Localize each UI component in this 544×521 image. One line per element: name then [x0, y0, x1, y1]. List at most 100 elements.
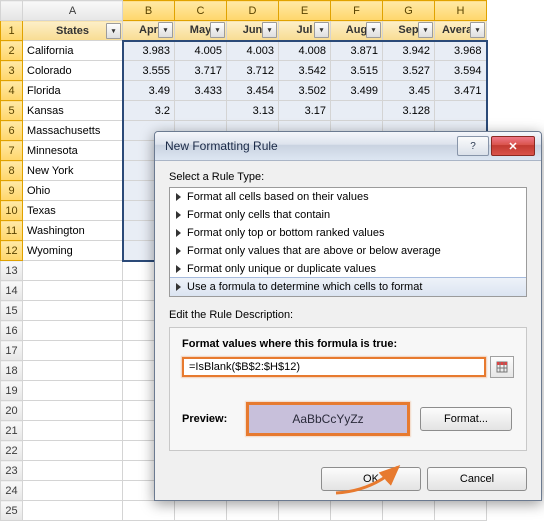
help-button[interactable]: ?	[457, 136, 489, 156]
row-header[interactable]: 21	[1, 421, 23, 441]
row-header[interactable]: 24	[1, 481, 23, 501]
row-header[interactable]: 11	[1, 221, 23, 241]
rule-type-item[interactable]: Format only unique or duplicate values	[170, 260, 526, 278]
empty-cell[interactable]	[23, 381, 123, 401]
row-header[interactable]: 10	[1, 201, 23, 221]
row-header[interactable]: 1	[1, 21, 23, 41]
column-header[interactable]: C	[175, 1, 227, 21]
data-cell[interactable]: 3.968	[435, 41, 487, 61]
empty-cell[interactable]	[23, 361, 123, 381]
empty-cell[interactable]	[23, 421, 123, 441]
table-header-cell[interactable]: May▾	[175, 21, 227, 41]
empty-cell[interactable]	[23, 481, 123, 501]
data-cell[interactable]: 3.454	[227, 81, 279, 101]
state-cell[interactable]: Kansas	[23, 101, 123, 121]
row-header[interactable]: 2	[1, 41, 23, 61]
row-header[interactable]: 22	[1, 441, 23, 461]
column-header[interactable]: B	[123, 1, 175, 21]
column-header[interactable]: E	[279, 1, 331, 21]
rule-type-item[interactable]: Format only values that are above or bel…	[170, 242, 526, 260]
state-cell[interactable]: California	[23, 41, 123, 61]
data-cell[interactable]: 3.49	[123, 81, 175, 101]
row-header[interactable]: 25	[1, 501, 23, 521]
empty-cell[interactable]	[383, 501, 435, 521]
data-cell[interactable]: 3.712	[227, 61, 279, 81]
state-cell[interactable]: Massachusetts	[23, 121, 123, 141]
row-header[interactable]: 16	[1, 321, 23, 341]
rule-type-listbox[interactable]: Format all cells based on their valuesFo…	[169, 187, 527, 297]
filter-dropdown-icon[interactable]: ▾	[418, 22, 433, 38]
empty-cell[interactable]	[123, 501, 175, 521]
row-header[interactable]: 12	[1, 241, 23, 261]
formula-input[interactable]: =IsBlank($B$2:$H$12)	[182, 357, 486, 377]
data-cell[interactable]: 3.502	[279, 81, 331, 101]
table-header-cell[interactable]: Apr▾	[123, 21, 175, 41]
table-header-cell[interactable]: Jul▾	[279, 21, 331, 41]
data-cell[interactable]	[331, 101, 383, 121]
data-cell[interactable]: 3.499	[331, 81, 383, 101]
table-header-cell[interactable]: Aug▾	[331, 21, 383, 41]
data-cell[interactable]: 3.983	[123, 41, 175, 61]
row-header[interactable]: 9	[1, 181, 23, 201]
filter-dropdown-icon[interactable]: ▾	[314, 22, 329, 38]
row-header[interactable]: 7	[1, 141, 23, 161]
data-cell[interactable]: 3.871	[331, 41, 383, 61]
filter-dropdown-icon[interactable]: ▾	[262, 22, 277, 38]
row-header[interactable]: 23	[1, 461, 23, 481]
data-cell[interactable]: 3.17	[279, 101, 331, 121]
empty-cell[interactable]	[23, 341, 123, 361]
row-header[interactable]: 8	[1, 161, 23, 181]
data-cell[interactable]: 4.005	[175, 41, 227, 61]
data-cell[interactable]: 3.717	[175, 61, 227, 81]
column-header[interactable]: F	[331, 1, 383, 21]
data-cell[interactable]: 3.13	[227, 101, 279, 121]
row-header[interactable]: 17	[1, 341, 23, 361]
table-header-cell[interactable]: States▾	[23, 21, 123, 41]
select-all-corner[interactable]	[1, 1, 23, 21]
empty-cell[interactable]	[435, 501, 487, 521]
empty-cell[interactable]	[23, 281, 123, 301]
filter-dropdown-icon[interactable]: ▾	[158, 22, 173, 38]
data-cell[interactable]: 3.527	[383, 61, 435, 81]
rule-type-item[interactable]: Format all cells based on their values	[170, 188, 526, 206]
rule-type-item[interactable]: Format only top or bottom ranked values	[170, 224, 526, 242]
dialog-titlebar[interactable]: New Formatting Rule ? ✕	[155, 132, 541, 161]
data-cell[interactable]: 3.128	[383, 101, 435, 121]
table-header-cell[interactable]: Averag▾	[435, 21, 487, 41]
rule-type-item[interactable]: Format only cells that contain	[170, 206, 526, 224]
row-header[interactable]: 20	[1, 401, 23, 421]
empty-cell[interactable]	[23, 441, 123, 461]
row-header[interactable]: 3	[1, 61, 23, 81]
column-header[interactable]: G	[383, 1, 435, 21]
close-button[interactable]: ✕	[491, 136, 535, 156]
data-cell[interactable]	[175, 101, 227, 121]
filter-dropdown-icon[interactable]: ▾	[106, 23, 121, 39]
state-cell[interactable]: New York	[23, 161, 123, 181]
cancel-button[interactable]: Cancel	[427, 467, 527, 491]
state-cell[interactable]: Minnesota	[23, 141, 123, 161]
row-header[interactable]: 19	[1, 381, 23, 401]
rule-type-item[interactable]: Use a formula to determine which cells t…	[169, 277, 527, 297]
format-button[interactable]: Format...	[420, 407, 512, 431]
data-cell[interactable]: 3.942	[383, 41, 435, 61]
data-cell[interactable]: 3.433	[175, 81, 227, 101]
table-header-cell[interactable]: Sep▾	[383, 21, 435, 41]
range-selector-button[interactable]	[490, 356, 514, 378]
filter-dropdown-icon[interactable]: ▾	[366, 22, 381, 38]
row-header[interactable]: 15	[1, 301, 23, 321]
data-cell[interactable]: 3.471	[435, 81, 487, 101]
row-header[interactable]: 14	[1, 281, 23, 301]
row-header[interactable]: 5	[1, 101, 23, 121]
empty-cell[interactable]	[23, 321, 123, 341]
empty-cell[interactable]	[331, 501, 383, 521]
row-header[interactable]: 6	[1, 121, 23, 141]
data-cell[interactable]: 3.555	[123, 61, 175, 81]
row-header[interactable]: 13	[1, 261, 23, 281]
column-header[interactable]: H	[435, 1, 487, 21]
state-cell[interactable]: Washington	[23, 221, 123, 241]
state-cell[interactable]: Colorado	[23, 61, 123, 81]
data-cell[interactable]: 3.2	[123, 101, 175, 121]
column-header[interactable]: D	[227, 1, 279, 21]
empty-cell[interactable]	[23, 401, 123, 421]
row-header[interactable]: 18	[1, 361, 23, 381]
